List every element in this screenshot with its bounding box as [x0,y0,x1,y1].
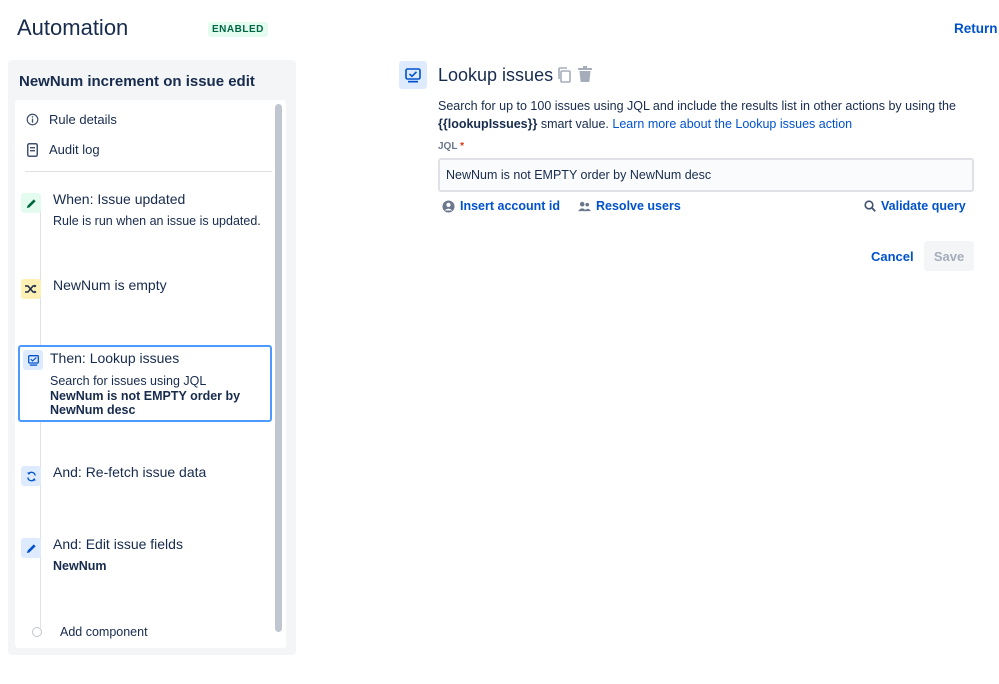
rule-name: NewNum increment on issue edit [19,73,255,90]
action-refetch-issue[interactable]: And: Re-fetch issue data [18,464,272,488]
shuffle-icon [21,279,41,299]
save-button[interactable]: Save [924,241,974,271]
trigger-issue-updated[interactable]: When: Issue updated Rule is run when an … [18,191,272,231]
scrollbar[interactable] [275,104,282,632]
jql-input[interactable] [438,158,974,192]
component-title: NewNum is empty [53,277,167,293]
cancel-button[interactable]: Cancel [861,241,924,271]
pencil-icon [21,538,41,558]
jql-label: JQL * [438,141,464,152]
page-title: Automation [17,15,129,40]
learn-more-link[interactable]: Learn more about the Lookup issues actio… [612,117,852,131]
component-description-text: Search for issues using JQL [50,374,207,388]
audit-log-icon [25,142,39,157]
audit-log-label: Audit log [49,142,100,157]
description-text: Search for up to 100 issues using JQL an… [438,99,956,113]
component-description: Search for up to 100 issues using JQL an… [438,97,983,133]
divider [25,171,272,172]
component-title: And: Re-fetch issue data [53,464,207,480]
condition-newnum-empty[interactable]: NewNum is empty [18,277,272,301]
insert-account-id-link[interactable]: Insert account id [442,199,560,213]
insert-account-id-label: Insert account id [460,199,561,213]
refresh-icon [21,466,41,486]
rule-details-label: Rule details [49,112,117,127]
rule-sidebar: NewNum increment on issue edit Rule deta… [8,60,296,655]
add-component-button[interactable]: Add component [25,625,148,639]
validate-query-link[interactable]: Validate query [864,199,966,213]
status-badge: ENABLED [208,22,268,37]
jql-label-text: JQL [438,141,458,152]
trash-icon[interactable] [578,66,592,87]
required-indicator: * [460,141,464,152]
component-heading: Lookup issues [438,65,554,85]
rule-panel: Rule details Audit log When: Issue updat… [15,100,286,648]
action-edit-issue-fields[interactable]: And: Edit issue fields NewNum [18,536,272,576]
lookup-icon [399,61,427,89]
info-icon [25,113,39,127]
search-icon [864,200,876,212]
lookup-icon [23,350,43,370]
copy-icon[interactable] [557,67,571,88]
description-mid: smart value. [537,117,613,131]
add-component-dot-icon [32,627,42,637]
component-description: Rule is run when an issue is updated. [53,214,261,228]
audit-log-link[interactable]: Audit log [25,142,100,157]
return-link[interactable]: Return t [954,21,999,36]
add-component-label: Add component [60,625,148,639]
smart-value: {{lookupIssues}} [438,117,538,131]
component-title: Then: Lookup issues [50,350,180,366]
pencil-icon [21,193,41,213]
component-description: Search for issues using JQL NewNum is no… [50,374,260,418]
component-title: When: Issue updated [53,191,186,207]
resolve-users-link[interactable]: Resolve users [578,199,681,213]
component-title: And: Edit issue fields [53,536,183,552]
component-jql-text: NewNum is not EMPTY order by NewNum desc [50,388,241,418]
users-icon [578,201,591,211]
resolve-users-label: Resolve users [596,199,681,213]
component-description: NewNum [53,559,107,573]
rule-details-link[interactable]: Rule details [25,112,117,127]
user-icon [442,199,455,213]
action-lookup-issues[interactable]: Then: Lookup issues Search for issues us… [18,345,272,422]
validate-query-label: Validate query [881,199,966,213]
